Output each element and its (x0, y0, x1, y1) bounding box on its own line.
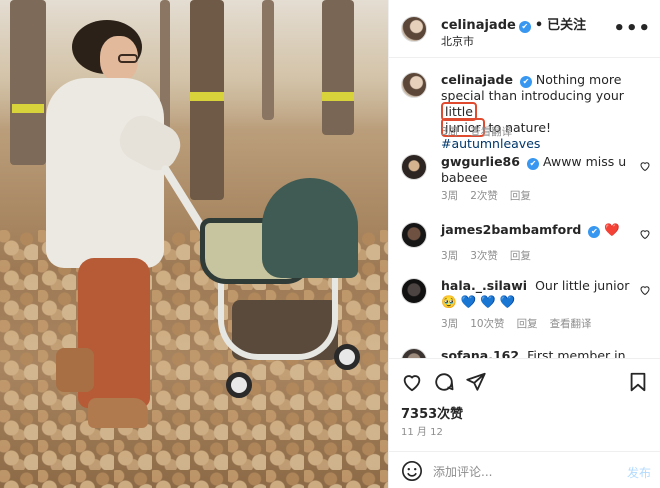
tree-trunk (262, 0, 274, 120)
timestamp: 3周 (441, 250, 459, 262)
avatar[interactable] (401, 154, 427, 180)
comment-body: ❤️ (604, 222, 620, 237)
avatar[interactable] (401, 72, 427, 98)
timestamp: 3周 (441, 318, 459, 330)
username-link[interactable]: celinajade (441, 72, 513, 87)
timestamp: 3周 (441, 126, 459, 138)
post-actions: 7353次赞 11 月 12 发布 (389, 358, 660, 488)
caption-meta: 3周 查看翻译 (441, 124, 524, 139)
person-boot (88, 398, 148, 428)
stroller-wheel (226, 372, 252, 398)
comment: gwgurlie86 ✔ Awww miss u babeee 3周 2次赞 回复 (389, 154, 660, 206)
verified-icon: ✔ (518, 21, 531, 33)
share-icon[interactable] (465, 371, 487, 393)
caption: celinajade ✔ Nothing more special than in… (389, 72, 660, 151)
stroller-hood (262, 178, 358, 278)
comment-like-heart-icon[interactable] (639, 160, 651, 172)
reply-button[interactable]: 回复 (510, 250, 531, 262)
post-header: celinajade ✔ • 已关注 北京市 ••• (389, 0, 660, 58)
username-link[interactable]: celinajade (441, 18, 516, 33)
comment: sofana.162 First member in (389, 348, 660, 358)
avatar[interactable] (401, 222, 427, 248)
post-button[interactable]: 发布 (627, 464, 651, 481)
translate-button[interactable]: 查看翻译 (550, 318, 592, 330)
reply-button[interactable]: 回复 (510, 190, 531, 202)
comment-icon[interactable] (433, 371, 455, 393)
like-count[interactable]: 2次赞 (470, 190, 498, 202)
emoji-icon[interactable] (401, 460, 423, 482)
separator-dot: • (534, 18, 544, 33)
translate-button[interactable]: 查看翻译 (470, 126, 512, 138)
comment-like-heart-icon[interactable] (639, 228, 651, 240)
avatar[interactable] (401, 16, 427, 42)
comment: hala._.silawi Our little junior 🥹 💙 💙 💙 … (389, 278, 660, 334)
timestamp: 3周 (441, 190, 459, 202)
person-glasses (118, 54, 138, 63)
username-link[interactable]: gwgurlie86 (441, 154, 520, 169)
username-link[interactable]: james2bambamford (441, 222, 581, 237)
comment-meta: 3周 3次赞 回复 (441, 248, 543, 263)
comment: james2bambamford ✔ ❤️ 3周 3次赞 回复 (389, 222, 660, 266)
comment-text: james2bambamford ✔ ❤️ (441, 222, 641, 238)
person-hoodie (46, 78, 164, 268)
verified-icon: ✔ (588, 226, 601, 238)
tree-trunk (10, 0, 46, 165)
comment-like-heart-icon[interactable] (639, 284, 651, 296)
stroller-wheel (334, 344, 360, 370)
bookmark-icon[interactable] (627, 371, 649, 393)
heart-icon[interactable] (401, 371, 423, 393)
post-date: 11 月 12 (401, 427, 443, 438)
comment-meta: 3周 10次赞 回复 查看翻译 (441, 316, 604, 331)
post-sidebar: celinajade ✔ • 已关注 北京市 ••• celinajade ✔ Noth… (388, 0, 660, 488)
add-comment-bar: 发布 (389, 451, 660, 488)
tree-tape (190, 92, 224, 101)
more-options-icon[interactable]: ••• (613, 18, 651, 39)
header-user-line: celinajade ✔ • 已关注 (441, 14, 586, 33)
avatar[interactable] (401, 348, 427, 358)
comment-body: First member in (527, 348, 626, 358)
username-link[interactable]: hala._.silawi (441, 278, 527, 293)
comments-list[interactable]: celinajade ✔ Nothing more special than in… (389, 58, 660, 358)
following-button[interactable]: 已关注 (547, 18, 586, 33)
tree-tape (322, 92, 354, 101)
post-photo[interactable] (0, 0, 388, 488)
location-link[interactable]: 北京市 (441, 33, 474, 49)
username-link[interactable]: sofana.162 (441, 348, 519, 358)
tree-tape (12, 104, 44, 113)
like-count[interactable]: 10次赞 (470, 318, 504, 330)
comment-meta: 3周 2次赞 回复 (441, 188, 543, 203)
comment-text: sofana.162 First member in (441, 348, 641, 358)
verified-icon: ✔ (526, 158, 539, 170)
avatar[interactable] (401, 278, 427, 304)
comment-text: gwgurlie86 ✔ Awww miss u babeee (441, 154, 641, 186)
like-count[interactable]: 3次赞 (470, 250, 498, 262)
person-boot (56, 348, 94, 392)
likes-count[interactable]: 7353次赞 (401, 403, 463, 422)
comment-text: hala._.silawi Our little junior 🥹 💙 💙 💙 (441, 278, 641, 310)
reply-button[interactable]: 回复 (517, 318, 538, 330)
verified-icon: ✔ (519, 76, 532, 88)
comment-input[interactable] (433, 462, 613, 482)
tree-trunk (322, 0, 354, 135)
caption-text: celinajade ✔ Nothing more special than in… (441, 72, 641, 152)
